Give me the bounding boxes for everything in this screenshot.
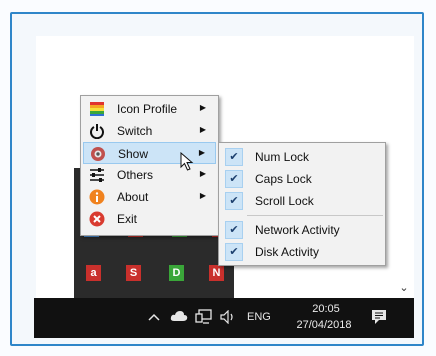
info-icon bbox=[89, 189, 105, 205]
menu-item-label: Icon Profile bbox=[117, 102, 178, 116]
clock-time[interactable]: 20:05 bbox=[298, 303, 354, 315]
submenu-item-scroll-lock[interactable]: ✔ Scroll Lock bbox=[221, 190, 383, 212]
submenu-item-disk-activity[interactable]: ✔ Disk Activity bbox=[221, 241, 383, 263]
submenu-arrow-icon: ▶ bbox=[199, 125, 206, 134]
rainbow-flag-icon bbox=[90, 102, 104, 116]
chevron-up-icon[interactable] bbox=[148, 312, 160, 322]
menu-item-icon-profile[interactable]: Icon Profile ▶ bbox=[83, 98, 216, 120]
exit-icon bbox=[89, 211, 105, 227]
clock-date[interactable]: 27/04/2018 bbox=[282, 319, 366, 331]
menu-item-about[interactable]: About ▶ bbox=[83, 186, 216, 208]
chevron-down-icon[interactable]: ⌄ bbox=[398, 282, 410, 294]
submenu-item-label: Num Lock bbox=[255, 150, 310, 164]
menu-item-label: Exit bbox=[117, 212, 138, 226]
submenu-arrow-icon: ▶ bbox=[199, 191, 206, 200]
submenu-item-network-activity[interactable]: ✔ Network Activity bbox=[221, 219, 383, 241]
checkmark-icon: ✔ bbox=[225, 170, 243, 188]
network-icon[interactable] bbox=[195, 309, 213, 325]
cloud-icon[interactable] bbox=[170, 310, 188, 322]
language-indicator[interactable]: ENG bbox=[247, 311, 271, 323]
submenu-item-num-lock[interactable]: ✔ Num Lock bbox=[221, 146, 383, 168]
checkmark-icon: ✔ bbox=[225, 192, 243, 210]
menu-separator bbox=[247, 215, 383, 216]
show-submenu: ✔ Num Lock ✔ Caps Lock ✔ Scroll Lock ✔ N… bbox=[218, 142, 386, 266]
tray-icon-s[interactable]: S bbox=[126, 265, 141, 281]
tray-context-menu: Icon Profile ▶ Switch ▶ Show ▶ Others ▶ bbox=[80, 95, 219, 236]
menu-item-label: About bbox=[117, 190, 149, 204]
checkmark-icon: ✔ bbox=[225, 243, 243, 261]
menu-item-switch[interactable]: Switch ▶ bbox=[83, 120, 216, 142]
submenu-item-label: Network Activity bbox=[255, 223, 340, 237]
submenu-arrow-icon: ▶ bbox=[198, 148, 205, 157]
taskbar: ENG 20:05 27/04/2018 bbox=[34, 298, 414, 338]
menu-item-label: Others bbox=[117, 168, 154, 182]
submenu-item-label: Scroll Lock bbox=[255, 194, 314, 208]
action-center-icon[interactable] bbox=[370, 308, 388, 326]
submenu-item-caps-lock[interactable]: ✔ Caps Lock bbox=[221, 168, 383, 190]
checkmark-icon: ✔ bbox=[225, 148, 243, 166]
power-icon bbox=[90, 124, 104, 139]
checkmark-icon: ✔ bbox=[225, 221, 243, 239]
menu-item-others[interactable]: Others ▶ bbox=[83, 164, 216, 186]
submenu-arrow-icon: ▶ bbox=[199, 103, 206, 112]
submenu-item-label: Caps Lock bbox=[255, 172, 312, 186]
submenu-item-label: Disk Activity bbox=[255, 245, 320, 259]
mouse-cursor-icon bbox=[180, 152, 194, 171]
menu-item-exit[interactable]: Exit bbox=[83, 208, 216, 230]
sliders-icon bbox=[90, 168, 104, 182]
tray-icon-a[interactable]: a bbox=[86, 265, 101, 281]
menu-item-show[interactable]: Show ▶ bbox=[83, 142, 216, 164]
eye-icon bbox=[91, 147, 105, 161]
tray-icon-n[interactable]: N bbox=[209, 265, 224, 281]
volume-icon[interactable] bbox=[220, 310, 236, 324]
menu-item-label: Show bbox=[118, 147, 149, 161]
submenu-arrow-icon: ▶ bbox=[199, 169, 206, 178]
tray-icon-d[interactable]: D bbox=[169, 265, 184, 281]
menu-item-label: Switch bbox=[117, 124, 153, 138]
